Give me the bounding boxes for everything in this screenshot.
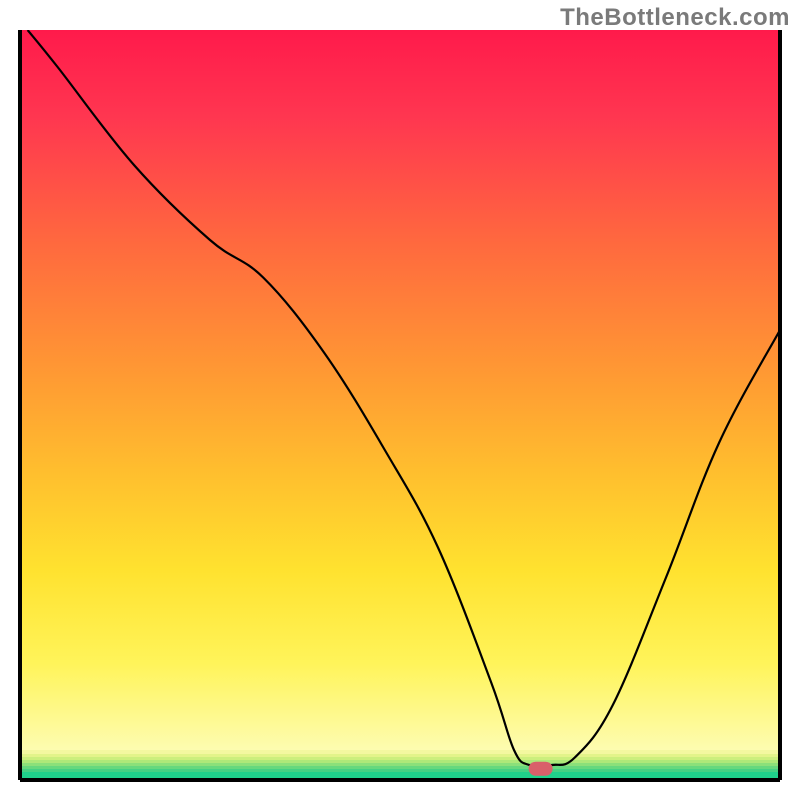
watermark-text: TheBottleneck.com: [560, 4, 790, 32]
plot-area: [20, 30, 780, 780]
optimal-point-marker: [529, 762, 553, 776]
bottleneck-chart: [0, 0, 800, 800]
gradient-background: [20, 30, 780, 750]
chart-container: TheBottleneck.com: [0, 0, 800, 800]
green-band: [20, 750, 780, 780]
